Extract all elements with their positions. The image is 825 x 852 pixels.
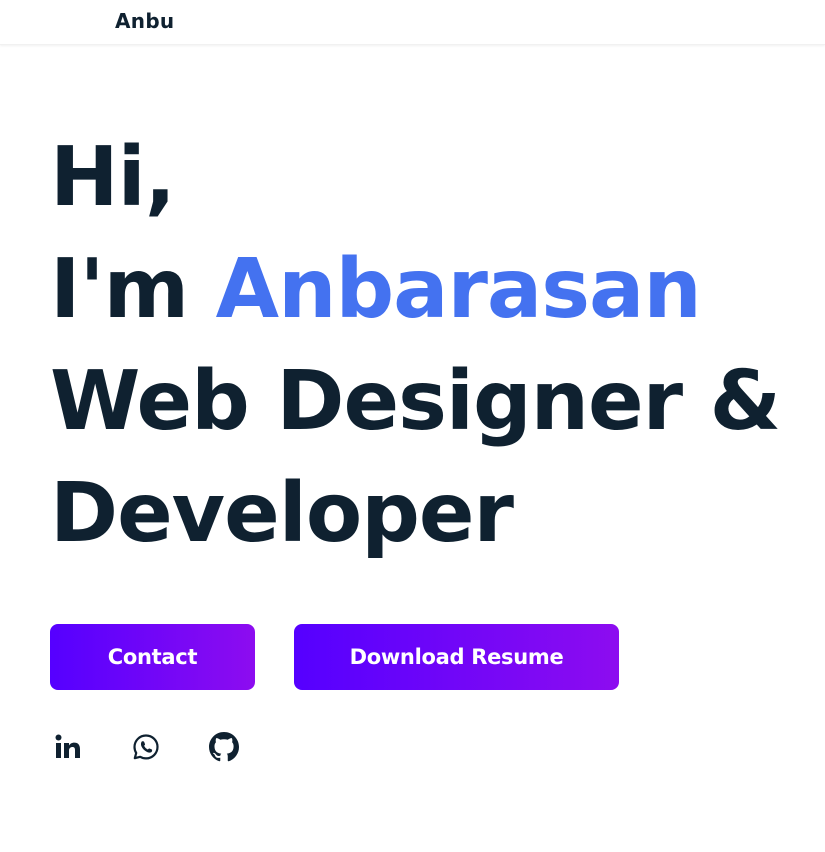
hero-role-line-1: Web Designer & <box>50 354 781 449</box>
hero-heading: Hi, I'm Anbarasan Web Designer & Develop… <box>50 122 820 570</box>
contact-button[interactable]: Contact <box>50 624 255 690</box>
github-link[interactable] <box>208 731 240 763</box>
navbar: Anbu <box>0 0 825 45</box>
download-resume-button[interactable]: Download Resume <box>294 624 619 690</box>
linkedin-link[interactable] <box>52 731 84 763</box>
brand-logo[interactable]: Anbu <box>115 9 174 33</box>
hero-name: Anbarasan <box>215 242 702 337</box>
linkedin-icon <box>55 734 80 758</box>
github-icon <box>209 732 239 762</box>
whatsapp-icon <box>133 734 159 760</box>
hero-intro-prefix: I'm <box>50 242 216 337</box>
hero-intro: I'm Anbarasan <box>50 234 820 346</box>
hero-greeting: Hi, <box>50 130 176 225</box>
whatsapp-link[interactable] <box>130 731 162 763</box>
hero-role-line-2: Developer <box>50 466 514 561</box>
